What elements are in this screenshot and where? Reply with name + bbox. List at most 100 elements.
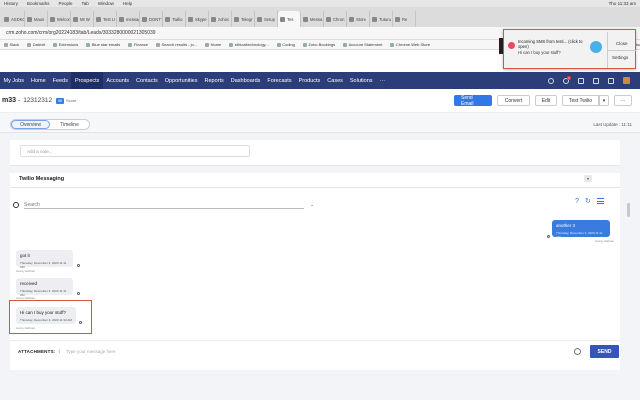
overflow-menu-button[interactable]: ···: [614, 95, 632, 106]
notification-settings-button[interactable]: Settings: [612, 55, 628, 60]
avatar[interactable]: [623, 77, 630, 84]
bookmark-item[interactable]: Account Statement: [343, 42, 382, 47]
notifications-icon[interactable]: 1: [563, 75, 571, 84]
bookmark-item[interactable]: ethicaltechnology...: [229, 42, 269, 47]
menu-help[interactable]: Help: [123, 1, 132, 6]
browser-tab[interactable]: Re: [393, 11, 416, 27]
nav-item[interactable]: Products: [295, 72, 324, 89]
bookmark-item[interactable]: Datexit: [27, 42, 45, 47]
close-notification-button[interactable]: Close: [616, 41, 628, 46]
nav-item[interactable]: Prospects: [71, 72, 103, 89]
tab-label: Chron: [333, 16, 345, 22]
nav-item[interactable]: Accounts: [103, 72, 133, 89]
browser-tab[interactable]: DONT': [140, 11, 163, 27]
message-bubble-incoming: got it Thursday, December 3, 2020 11:11 …: [16, 250, 73, 269]
browser-tab[interactable]: Store: [347, 11, 370, 27]
message-input[interactable]: Type your message here: [66, 349, 116, 354]
browser-tab[interactable]: Chron: [324, 11, 347, 27]
bookmark-icon: [302, 42, 307, 47]
more-actions-dropdown[interactable]: ▾: [599, 95, 609, 106]
nav-item[interactable]: Forecasts: [264, 72, 295, 89]
message-search-input[interactable]: Search: [24, 201, 304, 209]
browser-tab[interactable]: zohoc: [209, 11, 232, 27]
twilio-messaging-title: Twilio Messaging: [19, 176, 65, 182]
bookmark-item[interactable]: Chrome Web Store: [390, 42, 430, 47]
nav-item[interactable]: Opportunities: [161, 72, 201, 89]
nav-item[interactable]: Reports: [201, 72, 227, 89]
menu-tab[interactable]: Tab: [82, 1, 89, 6]
help-icon[interactable]: ?: [575, 198, 579, 205]
bookmark-label: Nome: [210, 42, 222, 47]
chrome-app-icon: [508, 42, 515, 49]
nav-item[interactable]: Cases: [324, 72, 347, 89]
bookmark-item[interactable]: Nome: [205, 42, 221, 47]
message-bubble-incoming: received Thursday, December 3, 2020 11:1…: [16, 278, 73, 297]
refresh-icon[interactable]: ↻: [585, 197, 591, 205]
test-twilio-button[interactable]: Test Twilio: [562, 95, 599, 106]
bookmark-item[interactable]: Blue star emails: [86, 42, 120, 47]
sms-notification-toast[interactable]: Incoming SMS from testi... (click to ope…: [503, 29, 636, 69]
calendar-icon[interactable]: [578, 77, 584, 84]
tab-favicon-icon: [372, 16, 377, 22]
tab-label: Skype: [195, 16, 207, 22]
nav-item[interactable]: My Jobs: [0, 72, 27, 89]
search-icon[interactable]: [548, 77, 554, 84]
bookmark-item[interactable]: Coding: [276, 42, 295, 47]
menu-bookmarks[interactable]: Bookmarks: [27, 1, 50, 6]
bookmark-item[interactable]: Slack: [4, 42, 19, 47]
send-button[interactable]: SEND: [590, 345, 619, 358]
browser-tab[interactable]: Tuturu: [370, 11, 393, 27]
menu-people[interactable]: People: [59, 1, 73, 6]
scrollbar[interactable]: [627, 203, 630, 217]
browser-tab[interactable]: messag: [117, 11, 140, 27]
bookmark-item[interactable]: Search results - jo...: [156, 42, 197, 47]
tab-label: Mt W: [80, 16, 90, 22]
browser-tab[interactable]: Tes: [278, 11, 301, 27]
address-url[interactable]: crm.zoho.com/crm/org20224183/tab/Leads/3…: [6, 30, 156, 36]
nav-item[interactable]: Contacts: [133, 72, 162, 89]
nav-item[interactable]: Feeds: [49, 72, 71, 89]
emoji-icon[interactable]: [574, 348, 581, 355]
browser-tab[interactable]: ASDKO: [2, 11, 25, 27]
browser-tab[interactable]: Telegr: [232, 11, 255, 27]
attachments-label: ATTACHMENTS:: [18, 349, 56, 354]
bookmark-icon: [27, 42, 32, 47]
settings-icon[interactable]: [608, 77, 614, 84]
collapse-toggle[interactable]: ▾: [584, 175, 592, 182]
browser-tab[interactable]: Welcom: [48, 11, 71, 27]
menu-window[interactable]: Window: [98, 1, 114, 6]
os-menu-bar: History Bookmarks People Tab Window Help…: [0, 0, 640, 7]
nav-item[interactable]: Home: [27, 72, 49, 89]
browser-tab[interactable]: Maus: [25, 11, 48, 27]
apps-icon[interactable]: [593, 77, 599, 84]
notification-badge: 1: [567, 75, 571, 80]
send-email-button[interactable]: Send Email: [454, 95, 492, 107]
message-bubble-outgoing: another 3 Thursday, December 3, 2020 11:…: [552, 220, 610, 239]
edit-button[interactable]: Edit: [535, 95, 557, 106]
convert-button[interactable]: Convert: [497, 95, 530, 106]
paperclip-icon[interactable]: ⌇: [58, 349, 60, 355]
browser-tab[interactable]: Skype: [186, 11, 209, 27]
browser-tab[interactable]: Twilio: [163, 11, 186, 27]
bookmark-item[interactable]: Finance: [128, 42, 148, 47]
search-filter-dropdown[interactable]: ⌄: [310, 202, 314, 208]
add-note-input[interactable]: Add a note...: [20, 145, 250, 157]
bookmark-item[interactable]: Zoho Bookings: [302, 42, 335, 47]
nav-item[interactable]: Dashboards: [227, 72, 264, 89]
message-sender: Jeremy Helfman: [595, 240, 614, 243]
menu-icon[interactable]: [596, 198, 604, 204]
status-icon: [77, 264, 80, 267]
tab-favicon-icon: [257, 16, 262, 22]
nav-item[interactable]: ···: [376, 72, 389, 89]
nav-item[interactable]: Solutions: [346, 72, 376, 89]
browser-tab[interactable]: Mt W: [71, 11, 94, 27]
message-time: Thursday, December 3, 2020 11:11 AM: [556, 231, 603, 239]
tab-overview[interactable]: Overview: [11, 120, 51, 129]
tab-timeline[interactable]: Timeline: [50, 122, 89, 128]
browser-tab[interactable]: Setup: [255, 11, 278, 27]
menu-history[interactable]: History: [4, 1, 18, 6]
bookmark-item[interactable]: Extensions: [53, 42, 78, 47]
browser-tab[interactable]: Messa: [301, 11, 324, 27]
toast-divider: [608, 50, 636, 51]
browser-tab[interactable]: Test U: [94, 11, 117, 27]
